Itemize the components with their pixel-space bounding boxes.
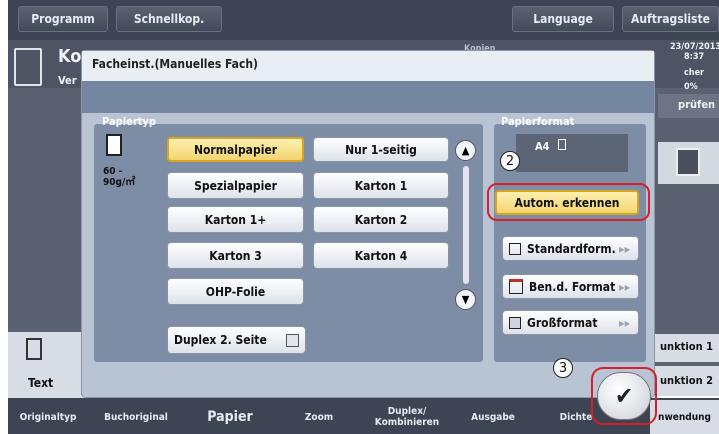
scroll-down-button[interactable]: ▼ (455, 289, 476, 310)
grossformat-label: Großformat (527, 315, 598, 330)
scrollbar-track[interactable] (463, 166, 469, 284)
karton-3-button[interactable]: Karton 3 (167, 242, 304, 269)
callout-2: 2 (500, 151, 520, 171)
language-button[interactable]: Language (512, 6, 614, 32)
dialog-title: Facheinst.(Manuelles Fach) (82, 51, 654, 81)
duplex-2-seite-button[interactable]: Duplex 2. Seite (167, 326, 306, 354)
double-chevron-right-icon: ▸▸ (619, 315, 630, 330)
duplex-2-seite-label: Duplex 2. Seite (174, 333, 267, 347)
karton-4-button[interactable]: Karton 4 (313, 242, 449, 269)
ohp-folie-button[interactable]: OHP-Folie (167, 278, 304, 305)
tab-papier[interactable]: Papier (186, 400, 274, 434)
chevron-down-icon: ▼ (461, 293, 470, 306)
paper-sheet-icon (106, 134, 122, 156)
karton-2-button[interactable]: Karton 2 (313, 206, 449, 233)
papierformat-label: Papierformat (501, 115, 575, 128)
tab-ausgabe[interactable]: Ausgabe (452, 400, 534, 434)
text-document-icon (26, 338, 42, 360)
custom-size-icon (509, 279, 523, 294)
tab-zoom[interactable]: Zoom (276, 400, 362, 434)
bg-time: 8:37 (684, 52, 705, 62)
standardform-label: Standardform. (527, 241, 616, 256)
bg-funktion1: unktion 1 (660, 340, 713, 353)
bg-speicher: cher (684, 68, 705, 78)
bg-prufen: prüfen (678, 98, 716, 111)
schnellkop-button[interactable]: Schnellkop. (116, 6, 222, 32)
ok-button[interactable]: ✔ (597, 372, 651, 420)
copy-icon (14, 48, 42, 86)
nur-1-seitig-button[interactable]: Nur 1-seitig (313, 137, 449, 162)
bg-funktion2: unktion 2 (660, 374, 713, 387)
standardform-button[interactable]: Standardform. ▸▸ (502, 236, 639, 261)
dialog-band (82, 81, 654, 113)
portrait-sheet-icon (558, 139, 566, 150)
page-icon (676, 148, 700, 176)
bg-anwendung[interactable]: nwendung (650, 400, 719, 434)
bg-percent: 0% (684, 82, 698, 92)
double-chevron-right-icon: ▸▸ (619, 241, 630, 256)
tab-originaltyp[interactable]: Originaltyp (10, 400, 86, 434)
checkmark-icon: ✔ (614, 382, 634, 410)
tab-buchoriginal[interactable]: Buchoriginal (88, 400, 184, 434)
auftragsliste-button[interactable]: Auftragsliste (622, 6, 719, 32)
paper-weight: 60 - 90g/㎡ (103, 166, 136, 188)
format-display (516, 134, 628, 172)
ben-d-format-button[interactable]: Ben.d. Format ▸▸ (502, 274, 639, 299)
grossformat-button[interactable]: Großformat ▸▸ (502, 310, 639, 335)
bg-date: 23/07/2013 (670, 42, 719, 52)
bg-subtitle: Ver (58, 74, 77, 87)
programm-button[interactable]: Programm (18, 6, 108, 32)
double-chevron-right-icon: ▸▸ (619, 279, 630, 294)
duplex-checkbox[interactable] (286, 333, 299, 347)
tab-duplex-kombinieren[interactable]: Duplex/ Kombinieren (364, 400, 450, 434)
large-format-icon (509, 316, 521, 329)
scroll-up-button[interactable]: ▲ (455, 140, 476, 161)
spezialpapier-button[interactable]: Spezialpapier (167, 172, 304, 199)
square-icon (509, 242, 521, 255)
papiertyp-label: Papiertyp (102, 115, 156, 128)
normalpapier-button[interactable]: Normalpapier (167, 137, 304, 162)
karton-1-button[interactable]: Karton 1 (313, 172, 449, 199)
karton-1plus-button[interactable]: Karton 1+ (167, 206, 304, 233)
ben-d-format-label: Ben.d. Format (529, 279, 616, 294)
chevron-up-icon: ▲ (461, 144, 470, 157)
bg-text-label: Text (28, 376, 54, 390)
autom-erkennen-button[interactable]: Autom. erkennen (495, 190, 639, 215)
format-value: A4 (535, 140, 550, 153)
callout-3: 3 (553, 358, 573, 378)
